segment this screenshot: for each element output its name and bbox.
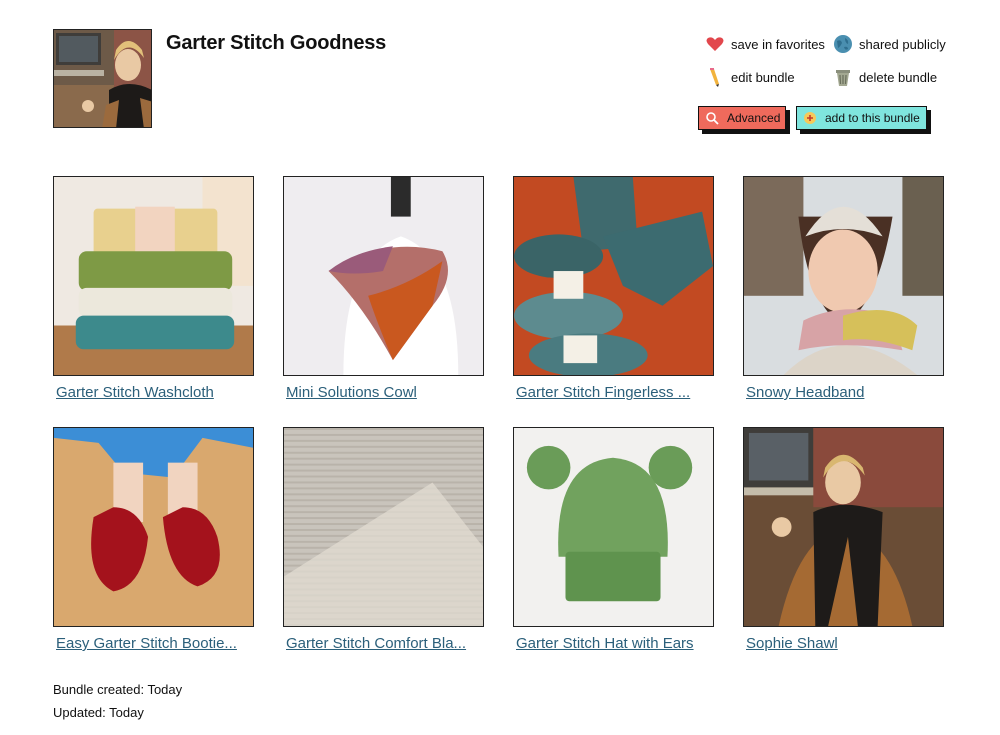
- item-title-link[interactable]: Mini Solutions Cowl: [286, 384, 484, 401]
- shared-publicly-link[interactable]: shared publicly: [833, 34, 946, 54]
- bundle-title: Garter Stitch Goodness: [166, 32, 387, 54]
- item-title-link[interactable]: Garter Stitch Washcloth: [56, 384, 254, 401]
- item-title-link[interactable]: Garter Stitch Fingerless ...: [516, 384, 714, 401]
- booties-image[interactable]: [53, 427, 254, 627]
- plus-icon: [803, 111, 817, 125]
- edit-bundle-link[interactable]: edit bundle: [705, 67, 795, 87]
- bundle-item-card: Mini Solutions Cowl: [283, 176, 484, 401]
- save-favorites-label: save in favorites: [731, 36, 825, 52]
- headband-image[interactable]: [743, 176, 944, 376]
- delete-bundle-label: delete bundle: [859, 69, 938, 85]
- heart-icon: [705, 34, 725, 54]
- bundle-item-card: Garter Stitch Hat with Ears: [513, 427, 714, 652]
- cowl-image[interactable]: [283, 176, 484, 376]
- advanced-search-button[interactable]: Advanced: [698, 106, 786, 130]
- blanket-image[interactable]: [283, 427, 484, 627]
- add-to-bundle-label: add to this bundle: [825, 111, 920, 125]
- bundle-item-card: Snowy Headband: [743, 176, 944, 401]
- bundle-item-card: Garter Stitch Comfort Bla...: [283, 427, 484, 652]
- item-title-link[interactable]: Garter Stitch Hat with Ears: [516, 635, 714, 652]
- bear-hat-image[interactable]: [513, 427, 714, 627]
- bundle-updated-text: Updated: Today: [53, 705, 144, 720]
- edit-bundle-label: edit bundle: [731, 69, 795, 85]
- pencil-icon: [705, 67, 725, 87]
- delete-bundle-link[interactable]: delete bundle: [833, 67, 937, 87]
- item-title-link[interactable]: Sophie Shawl: [746, 635, 944, 652]
- bundle-item-card: Easy Garter Stitch Bootie...: [53, 427, 254, 652]
- save-favorites-link[interactable]: save in favorites: [705, 34, 825, 54]
- fingerless-mitts-image[interactable]: [513, 176, 714, 376]
- bundle-created-text: Bundle created: Today: [53, 682, 183, 697]
- bundle-avatar: [53, 29, 152, 128]
- bundle-actions: save in favorites shared publicly edit b…: [705, 34, 965, 90]
- advanced-label: Advanced: [727, 111, 781, 125]
- bundle-item-card: Garter Stitch Fingerless ...: [513, 176, 714, 401]
- trash-icon: [833, 67, 853, 87]
- shawl-image[interactable]: [743, 427, 944, 627]
- magnifier-icon: [705, 111, 719, 125]
- bundle-item-card: Sophie Shawl: [743, 427, 944, 652]
- bundle-item-card: Garter Stitch Washcloth: [53, 176, 254, 401]
- add-to-bundle-button[interactable]: add to this bundle: [796, 106, 927, 130]
- item-title-link[interactable]: Snowy Headband: [746, 384, 944, 401]
- item-title-link[interactable]: Garter Stitch Comfort Bla...: [286, 635, 484, 652]
- washcloth-image[interactable]: [53, 176, 254, 376]
- globe-icon: [833, 34, 853, 54]
- item-title-link[interactable]: Easy Garter Stitch Bootie...: [56, 635, 254, 652]
- shared-publicly-label: shared publicly: [859, 36, 946, 52]
